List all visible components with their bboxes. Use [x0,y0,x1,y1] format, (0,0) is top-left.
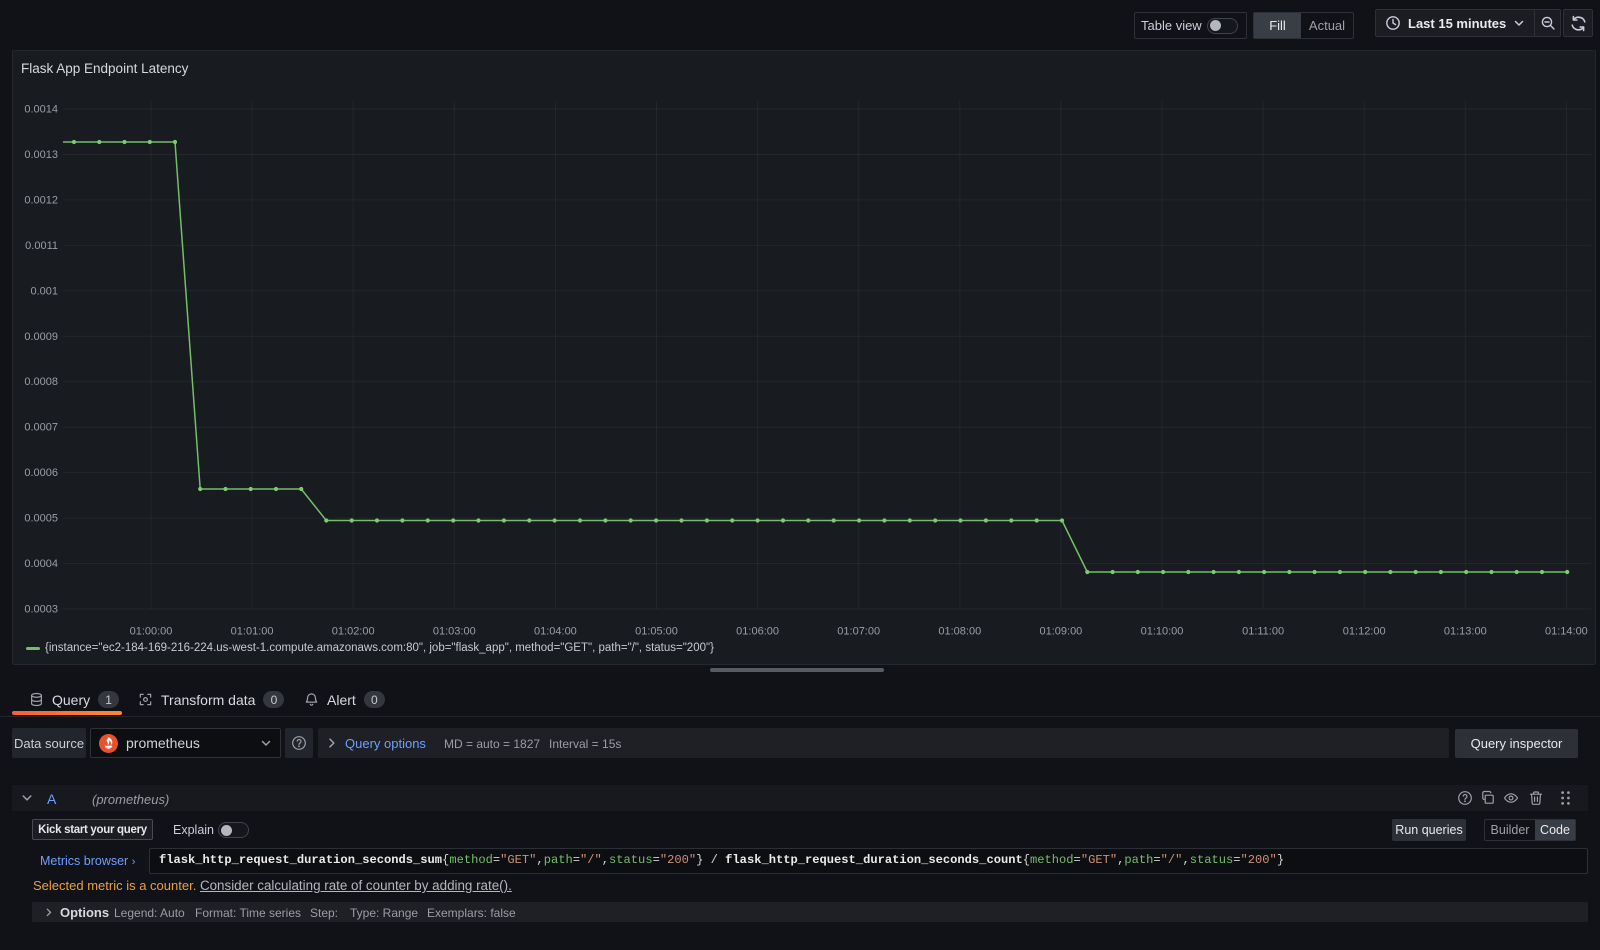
svg-text:0.0007: 0.0007 [24,422,58,434]
svg-text:01:09:00: 01:09:00 [1039,626,1082,638]
svg-text:01:12:00: 01:12:00 [1343,626,1386,638]
svg-text:0.001: 0.001 [30,285,58,297]
svg-text:0.0005: 0.0005 [24,513,58,525]
svg-text:0.0013: 0.0013 [24,149,58,161]
svg-text:01:11:00: 01:11:00 [1242,626,1284,638]
svg-text:01:13:00: 01:13:00 [1444,626,1487,638]
svg-text:0.0008: 0.0008 [24,376,58,388]
svg-text:01:03:00: 01:03:00 [433,626,476,638]
svg-text:01:05:00: 01:05:00 [635,626,678,638]
svg-text:01:10:00: 01:10:00 [1141,626,1184,638]
svg-text:01:06:00: 01:06:00 [736,626,779,638]
svg-text:0.0006: 0.0006 [24,467,58,479]
svg-text:0.0003: 0.0003 [24,604,58,616]
svg-text:01:00:00: 01:00:00 [130,626,173,638]
svg-text:0.0012: 0.0012 [24,194,58,206]
svg-text:01:08:00: 01:08:00 [938,626,981,638]
svg-text:01:14:00: 01:14:00 [1545,626,1588,638]
svg-text:0.0014: 0.0014 [24,104,58,116]
svg-text:01:01:00: 01:01:00 [231,626,274,638]
svg-text:01:07:00: 01:07:00 [837,626,880,638]
svg-text:0.0009: 0.0009 [24,331,58,343]
svg-text:01:04:00: 01:04:00 [534,626,577,638]
svg-text:0.0011: 0.0011 [25,240,58,252]
svg-text:01:02:00: 01:02:00 [332,626,375,638]
svg-text:0.0004: 0.0004 [24,558,58,570]
